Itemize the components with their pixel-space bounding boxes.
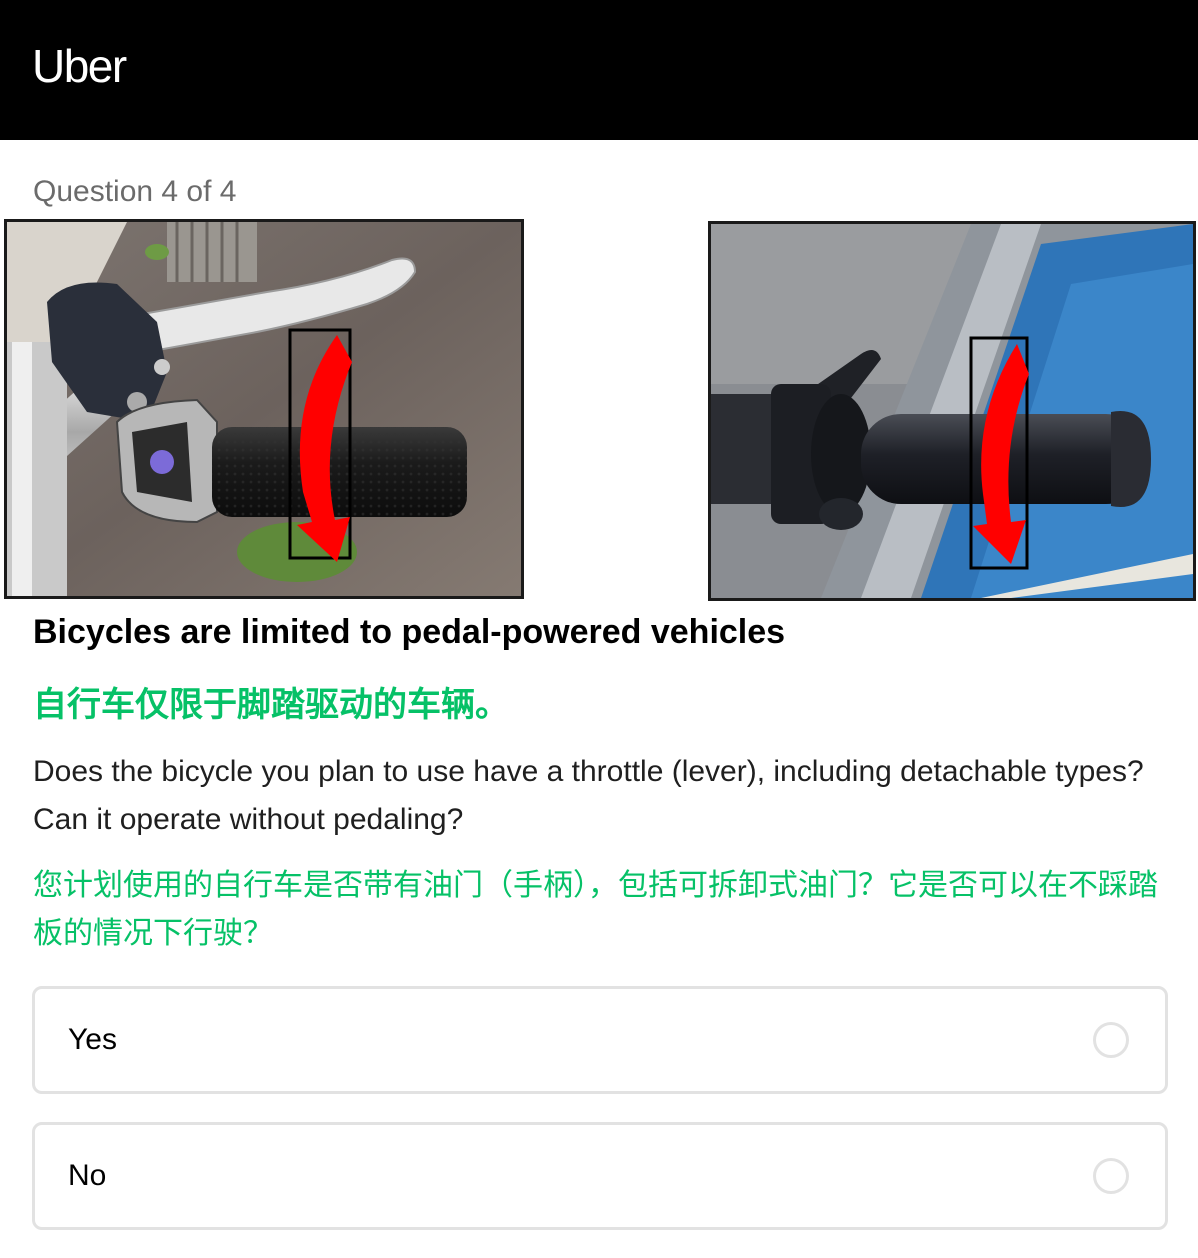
radio-no[interactable] bbox=[1093, 1158, 1129, 1194]
uber-logo[interactable]: Uber bbox=[32, 36, 127, 96]
option-no-label: No bbox=[68, 1159, 107, 1192]
question-title-zh: 自行车仅限于脚踏驱动的车辆。 bbox=[33, 686, 509, 724]
option-no[interactable]: No bbox=[32, 1122, 1168, 1230]
question-body-en: Does the bicycle you plan to use have a … bbox=[33, 755, 1144, 836]
throttle-grip-illustration-right bbox=[711, 224, 1193, 598]
throttle-photo-left bbox=[4, 219, 524, 599]
throttle-photo-right bbox=[708, 221, 1196, 601]
radio-yes[interactable] bbox=[1093, 1022, 1129, 1058]
option-yes[interactable]: Yes bbox=[32, 986, 1168, 1094]
question-progress: Question 4 of 4 bbox=[33, 175, 237, 208]
throttle-grip-illustration-left bbox=[7, 222, 521, 596]
question-title-en: Bicycles are limited to pedal-powered ve… bbox=[33, 613, 786, 651]
app-header: Uber bbox=[0, 0, 1198, 140]
question-body-zh: 您计划使用的自行车是否带有油门（手柄），包括可拆卸式油门？它是否可以在不踩踏板的… bbox=[33, 869, 1158, 950]
option-yes-label: Yes bbox=[68, 1023, 117, 1056]
